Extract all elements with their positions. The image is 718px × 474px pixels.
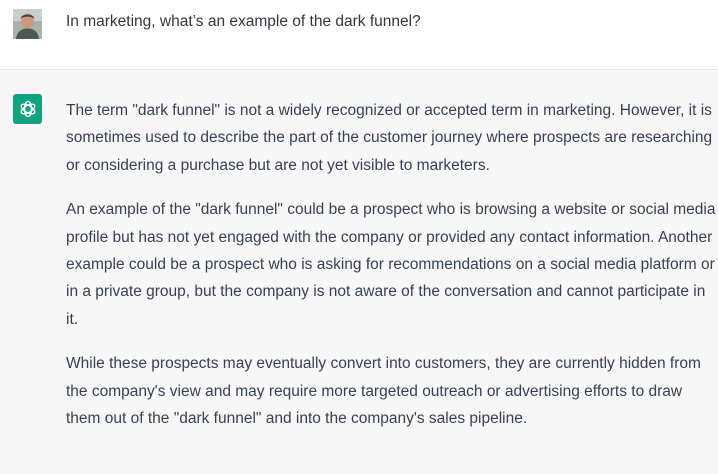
answer-paragraph: An example of the "dark funnel" could be… (66, 201, 716, 328)
assistant-message-body: The term "dark funnel" is not a widely r… (66, 97, 716, 449)
user-avatar (13, 9, 42, 39)
assistant-avatar (13, 94, 42, 124)
answer-paragraph: The term "dark funnel" is not a widely r… (66, 102, 713, 174)
user-message-row: In marketing, what’s an example of the d… (0, 0, 718, 70)
openai-logo-icon (20, 100, 35, 118)
user-message-text: In marketing, what’s an example of the d… (66, 13, 421, 30)
answer-paragraph: While these prospects may eventually con… (66, 355, 701, 428)
assistant-message-row: The term "dark funnel" is not a widely r… (0, 70, 718, 474)
user-avatar-icon (13, 9, 42, 39)
